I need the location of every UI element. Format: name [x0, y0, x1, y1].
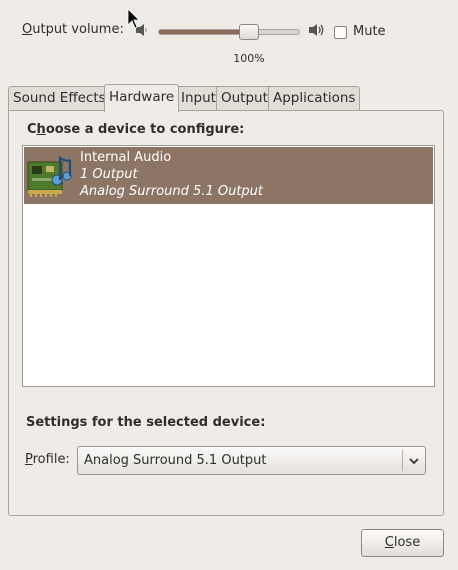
choose-device-heading: Choose a device to configure: [27, 122, 245, 137]
speaker-high-icon [309, 24, 324, 36]
profile-label: Profile: [25, 452, 70, 467]
output-volume-label: Output volume: [22, 22, 124, 37]
volume-value: 100% [233, 52, 265, 65]
mouse-cursor-icon [127, 8, 140, 29]
tab-sound-effects[interactable]: Sound Effects [8, 86, 111, 110]
mute-checkbox[interactable] [334, 26, 347, 39]
close-button[interactable]: Close [361, 529, 444, 557]
volume-slider-fill [159, 30, 249, 34]
sound-card-icon [27, 155, 72, 197]
tab-output[interactable]: Output [216, 86, 273, 110]
device-output-count: 1 Output [80, 167, 138, 182]
volume-slider[interactable] [158, 24, 300, 40]
profile-select-value: Analog Surround 5.1 Output [84, 453, 267, 468]
chevron-down-icon[interactable] [408, 455, 420, 467]
device-row-internal-audio[interactable]: Internal Audio 1 Output Analog Surround … [24, 147, 433, 204]
mute-label[interactable]: Mute [353, 24, 386, 39]
device-name: Internal Audio [80, 150, 172, 165]
tab-applications[interactable]: Applications [268, 86, 361, 110]
combo-separator [402, 450, 403, 471]
volume-slider-thumb[interactable] [238, 24, 259, 40]
tab-hardware[interactable]: Hardware [104, 84, 180, 112]
tab-input[interactable]: Input [176, 86, 221, 110]
settings-heading: Settings for the selected device: [26, 415, 266, 430]
device-profile: Analog Surround 5.1 Output [80, 184, 264, 199]
profile-select[interactable]: Analog Surround 5.1 Output [77, 446, 426, 475]
device-list[interactable]: Internal Audio 1 Output Analog Surround … [22, 145, 435, 387]
